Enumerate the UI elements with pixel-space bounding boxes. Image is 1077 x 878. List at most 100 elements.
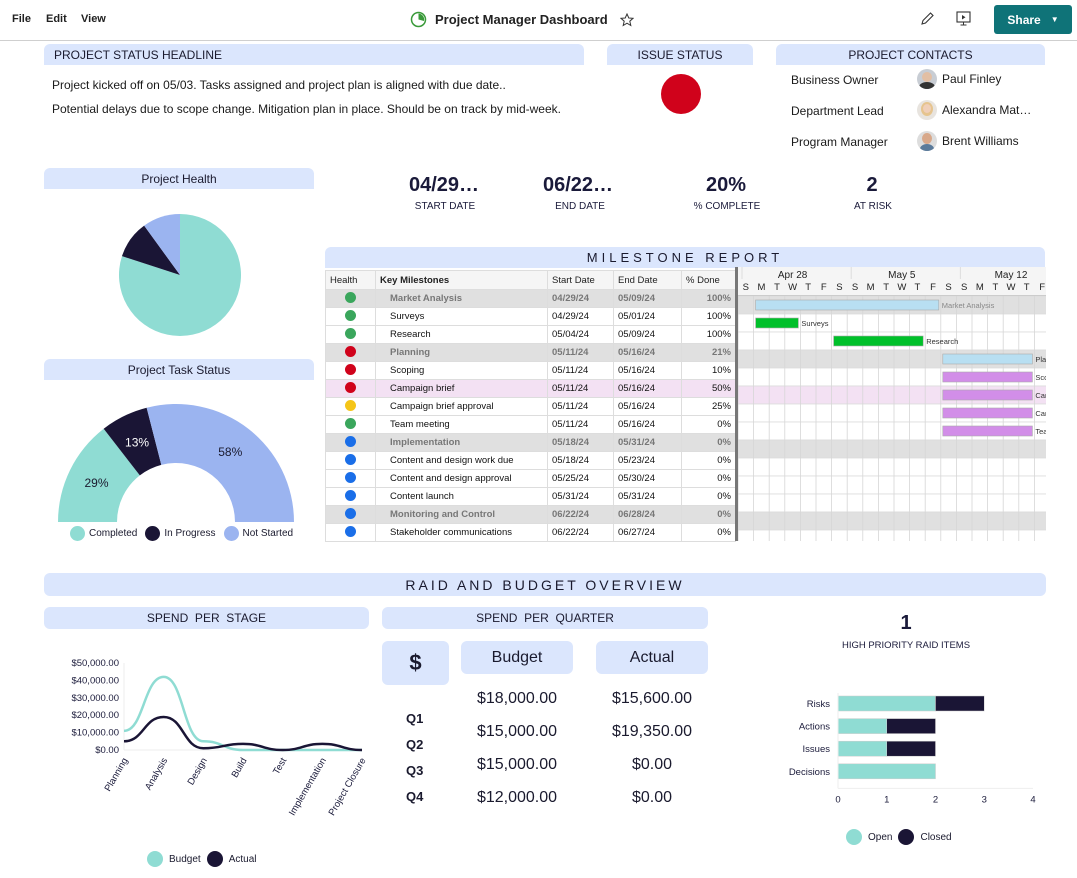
menu-view[interactable]: View [81,13,106,25]
gantt-bar [942,425,1033,437]
contact-name[interactable]: Paul Finley [942,72,1001,86]
start-date: 05/31/24 [547,487,614,506]
milestone-row[interactable]: Market Analysis 04/29/24 05/09/24 100% [325,289,736,308]
column-header-start-date[interactable]: Start Date [547,270,614,290]
gantt-row [738,493,1046,513]
gantt-day-label: T [883,282,889,293]
edit-pencil-icon[interactable] [919,11,935,27]
start-date: 05/18/24 [547,451,614,470]
raid-label: HIGH PRIORITY RAID ITEMS [841,640,971,651]
legend-label: Actual [228,853,257,865]
milestone-row[interactable]: Implementation 05/18/24 05/31/24 0% [325,433,736,452]
end-date: 05/16/24 [613,379,682,398]
avatar [917,131,937,151]
milestone-name: Market Analysis [375,289,548,308]
gantt-day-label: S [945,282,951,293]
health-cell [325,397,376,416]
menu-file[interactable]: File [12,13,31,25]
currency-symbol: $ [409,650,422,675]
start-date: 05/11/24 [547,361,614,380]
column-header-milestone[interactable]: Key Milestones [375,270,548,290]
contact-name[interactable]: Brent Williams [942,134,1019,148]
column-header-end-date[interactable]: End Date [613,270,682,290]
y-tick-label: $50,000.00 [71,658,119,669]
raid-stacked-bar-chart: Risks Actions Issues Decisions 0 1 2 3 4 [789,693,1036,805]
spend-per-stage-line-chart: $0.00 $10,000.00 $20,000.00 $30,000.00 $40,0… [71,658,368,818]
avatar [917,100,937,120]
quarter-label: Q1 [406,711,424,726]
line-series-actual [123,715,363,752]
legend-label: Completed [89,528,138,539]
headline-line-2: Potential delays due to scope change. Mi… [52,102,561,116]
health-status-icon [345,399,356,411]
milestone-row[interactable]: Campaign brief 05/11/24 05/16/24 50% [325,379,736,398]
end-date: 05/09/24 [613,289,682,308]
currency-symbol-cell: $ [382,641,449,685]
milestone-name: Content and design approval [375,469,548,488]
milestone-row[interactable]: Content launch 05/31/24 05/31/24 0% [325,487,736,506]
gantt-day-label: T [1024,282,1030,293]
health-cell [325,487,376,506]
start-date: 06/22/24 [547,523,614,542]
issue-status-indicator [661,74,701,114]
percent-done: 50% [681,379,736,398]
milestone-row[interactable]: Stakeholder communications 06/22/24 06/27/… [325,523,736,542]
column-header-health[interactable]: Health [325,270,376,290]
gantt-day-label: W [788,282,797,293]
health-cell [325,307,376,326]
spend-stage-title: SPEND PER STAGE [146,611,267,625]
share-button[interactable]: Share ▼ [994,5,1072,34]
contact-name[interactable]: Alexandra Mat… [942,103,1031,117]
health-cell [325,361,376,380]
milestone-row[interactable]: Content and design work due 05/18/24 05/23… [325,451,736,470]
column-header-percent-done[interactable]: % Done [681,270,736,290]
percent-done: 0% [681,433,736,452]
bar-segment-closed [886,718,936,734]
gantt-day-label: T [914,282,920,293]
milestone-name: Research [375,325,548,344]
gantt-bar [833,335,924,347]
legend-swatch-in-progress [145,526,161,541]
present-icon[interactable] [955,10,972,27]
menu-edit[interactable]: Edit [46,13,67,25]
milestone-row[interactable]: Monitoring and Control 06/22/24 06/28/24 0% [325,505,736,524]
legend-swatch-budget [147,851,163,867]
percent-done: 0% [681,487,736,506]
star-icon[interactable] [619,12,634,27]
milestone-table-header: Health Key Milestones Start Date End Dat… [325,270,736,290]
milestone-row[interactable]: Surveys 04/29/24 05/01/24 100% [325,307,736,326]
spend-stage-legend: Budget Actual [147,851,257,867]
gantt-row [738,529,1046,541]
gantt-bar [755,317,799,329]
health-cell [325,343,376,362]
start-date: 05/18/24 [547,433,614,452]
start-date: 04/29/24 [547,289,614,308]
health-cell [325,523,376,542]
milestone-row[interactable]: Content and design approval 05/25/24 05/30… [325,469,736,488]
health-status-icon [345,435,356,447]
health-status-icon [345,525,356,537]
spend-quarter-header: SPEND PER QUARTER [382,607,708,629]
milestone-row[interactable]: Scoping 05/11/24 05/16/24 10% [325,361,736,380]
milestone-header: MILESTONE REPORT [325,247,1045,268]
bar-segment-open [837,695,936,712]
kpi-value: 04/29… [408,174,480,196]
task-status-title: Project Task Status [127,362,231,377]
budget-column-label: Budget [491,648,543,666]
raid-budget-title: RAID AND BUDGET OVERVIEW [405,576,685,593]
milestone-row[interactable]: Team meeting 05/11/24 05/16/24 0% [325,415,736,434]
y-category-label: Issues [803,744,831,755]
legend-swatch-not-started [223,526,239,541]
donut-slice-not-started [146,404,294,522]
kpi-label: AT RISK [854,201,892,212]
health-status-icon [345,309,356,321]
milestone-row[interactable]: Research 05/04/24 05/09/24 100% [325,325,736,344]
end-date: 05/09/24 [613,325,682,344]
headline-line-1: Project kicked off on 05/03. Tasks assig… [52,78,506,92]
end-date: 05/16/24 [613,343,682,362]
gantt-bar [942,353,1033,365]
issue-status-header: ISSUE STATUS [607,44,753,65]
milestone-row[interactable]: Planning 05/11/24 05/16/24 21% [325,343,736,362]
health-cell [325,451,376,470]
milestone-row[interactable]: Campaign brief approval 05/11/24 05/16/24 2… [325,397,736,416]
